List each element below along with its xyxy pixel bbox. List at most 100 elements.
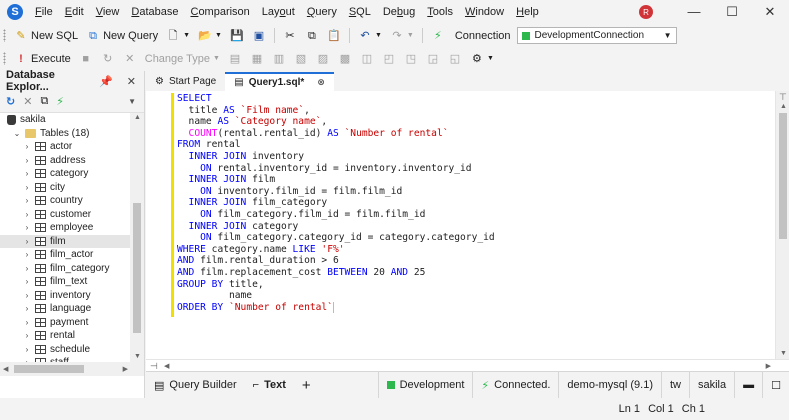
- chevron-down-icon[interactable]: ⌄: [12, 129, 22, 138]
- tree-item-country[interactable]: › country: [0, 194, 144, 208]
- tree-item-category[interactable]: › category: [0, 167, 144, 181]
- indent-button[interactable]: ▧: [290, 49, 312, 69]
- new-connection-icon[interactable]: ⚡: [56, 95, 64, 108]
- menu-layout[interactable]: Layout: [256, 0, 301, 24]
- options-dropdown[interactable]: ⚙ ▼: [466, 49, 498, 69]
- menu-query[interactable]: Query: [301, 0, 343, 24]
- chevron-right-icon[interactable]: ›: [22, 331, 32, 340]
- stop-button[interactable]: ■: [75, 49, 97, 69]
- execute-button[interactable]: ! Execute: [10, 49, 75, 69]
- menu-comparison[interactable]: Comparison: [184, 0, 255, 24]
- chevron-right-icon[interactable]: ›: [22, 237, 32, 246]
- save-button[interactable]: 💾: [226, 26, 248, 46]
- chevron-right-icon[interactable]: ›: [22, 277, 32, 286]
- lowercase-button[interactable]: ◫: [356, 49, 378, 69]
- comment-button[interactable]: ▥: [268, 49, 290, 69]
- sql-code[interactable]: SELECT title AS `Film name`, name AS `Ca…: [177, 93, 495, 314]
- scroll-up-icon[interactable]: ▲: [134, 114, 141, 121]
- scrollbar-thumb[interactable]: [14, 365, 84, 373]
- tree-item-tables-18[interactable]: ⌄ Tables (18): [0, 127, 144, 141]
- new-document-dropdown[interactable]: 🗋 ▼: [162, 26, 194, 46]
- chevron-right-icon[interactable]: ›: [22, 345, 32, 354]
- environment-indicator[interactable]: Development: [377, 371, 473, 399]
- menu-tools[interactable]: Tools: [421, 0, 459, 24]
- uppercase-button[interactable]: ▩: [334, 49, 356, 69]
- chevron-right-icon[interactable]: ›: [22, 318, 32, 327]
- tree-item-film-actor[interactable]: › film_actor: [0, 248, 144, 262]
- change-type-dropdown[interactable]: Change Type ▼: [141, 49, 224, 69]
- text-view-button[interactable]: ⌐ Text: [245, 372, 294, 399]
- chevron-right-icon[interactable]: ›: [22, 223, 32, 232]
- chevron-right-icon[interactable]: ›: [22, 291, 32, 300]
- tab-close-icon[interactable]: ⊗: [317, 77, 325, 88]
- undo-button[interactable]: ↶ ▼: [354, 26, 386, 46]
- connection-select[interactable]: DevelopmentConnection ▼: [516, 27, 677, 44]
- chevron-right-icon[interactable]: ›: [22, 264, 32, 273]
- tree-item-film-text[interactable]: › film_text: [0, 275, 144, 289]
- toolbar-grip[interactable]: [3, 29, 6, 42]
- editor-vertical-scrollbar[interactable]: ⊤ ▲ ▼: [775, 91, 789, 359]
- tree-item-address[interactable]: › address: [0, 154, 144, 168]
- refresh-icon[interactable]: ↻: [6, 95, 15, 108]
- tree-item-language[interactable]: › language: [0, 302, 144, 316]
- filter-icon[interactable]: ⧉: [40, 95, 48, 108]
- scroll-left-icon[interactable]: ◀: [3, 365, 8, 373]
- bookmark-button[interactable]: ◰: [378, 49, 400, 69]
- sql-editor[interactable]: SELECT title AS `Film name`, name AS `Ca…: [146, 91, 789, 359]
- chevron-right-icon[interactable]: ›: [22, 183, 32, 192]
- scrollbar-thumb[interactable]: [779, 113, 787, 239]
- chevron-right-icon[interactable]: ›: [22, 169, 32, 178]
- scroll-right-icon[interactable]: ▶: [123, 365, 128, 373]
- menu-database[interactable]: Database: [125, 0, 184, 24]
- maximize-button[interactable]: ☐: [713, 0, 751, 24]
- chevron-down-icon[interactable]: ▼: [128, 97, 136, 106]
- query-builder-button[interactable]: ▤ Query Builder: [146, 372, 245, 399]
- redo-button[interactable]: ↷ ▼: [386, 26, 418, 46]
- prev-bookmark-button[interactable]: ◲: [422, 49, 444, 69]
- copy-button[interactable]: ⧉: [301, 26, 323, 46]
- split-horizontal-button[interactable]: ▬: [734, 371, 762, 399]
- chevron-right-icon[interactable]: ›: [22, 142, 32, 151]
- tree-item-city[interactable]: › city: [0, 181, 144, 195]
- tree-item-film[interactable]: › film: [0, 234, 144, 248]
- chevron-right-icon[interactable]: ›: [22, 304, 32, 313]
- tree-item-rental[interactable]: › rental: [0, 329, 144, 343]
- tree-item-film-category[interactable]: › film_category: [0, 262, 144, 276]
- cancel-button[interactable]: ✕: [119, 49, 141, 69]
- menu-help[interactable]: Help: [510, 0, 545, 24]
- scroll-up-icon[interactable]: ▲: [780, 103, 787, 110]
- tree-item-payment[interactable]: › payment: [0, 316, 144, 330]
- close-icon[interactable]: ✕: [23, 95, 32, 108]
- menu-view[interactable]: View: [90, 0, 126, 24]
- tree-item-customer[interactable]: › customer: [0, 208, 144, 222]
- tree-item-sakila[interactable]: sakila: [0, 113, 144, 127]
- tree-item-schedule[interactable]: › schedule: [0, 343, 144, 357]
- close-icon[interactable]: ✕: [127, 75, 136, 88]
- open-file-dropdown[interactable]: 📂 ▼: [194, 26, 226, 46]
- refresh-button[interactable]: ↻: [97, 49, 119, 69]
- tree-item-actor[interactable]: › actor: [0, 140, 144, 154]
- add-view-button[interactable]: +: [294, 372, 319, 399]
- tree-item-employee[interactable]: › employee: [0, 221, 144, 235]
- split-icon[interactable]: ⊤: [779, 92, 787, 103]
- connection-manager-button[interactable]: ⚡: [427, 26, 449, 46]
- clear-bookmarks-button[interactable]: ◱: [444, 49, 466, 69]
- chevron-right-icon[interactable]: ›: [22, 156, 32, 165]
- chevron-right-icon[interactable]: ›: [22, 250, 32, 259]
- menu-window[interactable]: Window: [459, 0, 510, 24]
- scroll-down-icon[interactable]: ▼: [780, 350, 787, 357]
- new-sql-button[interactable]: ✎ New SQL: [10, 26, 82, 46]
- menu-file[interactable]: File: [29, 0, 59, 24]
- scrollbar-thumb[interactable]: [133, 203, 141, 333]
- format-button[interactable]: ▤: [224, 49, 246, 69]
- save-all-button[interactable]: ▣: [248, 26, 270, 46]
- tree-horizontal-scrollbar[interactable]: ◀ ▶: [0, 362, 131, 376]
- outdent-button[interactable]: ▨: [312, 49, 334, 69]
- user-avatar[interactable]: R: [639, 5, 653, 19]
- tab-query1[interactable]: ▤ Query1.sql* ⊗: [225, 72, 334, 91]
- menu-edit[interactable]: Edit: [59, 0, 90, 24]
- next-bookmark-button[interactable]: ◳: [400, 49, 422, 69]
- split-vertical-button[interactable]: ☐: [762, 371, 789, 399]
- scroll-right-icon[interactable]: ▶: [766, 362, 771, 370]
- menu-debug[interactable]: Debug: [377, 0, 421, 24]
